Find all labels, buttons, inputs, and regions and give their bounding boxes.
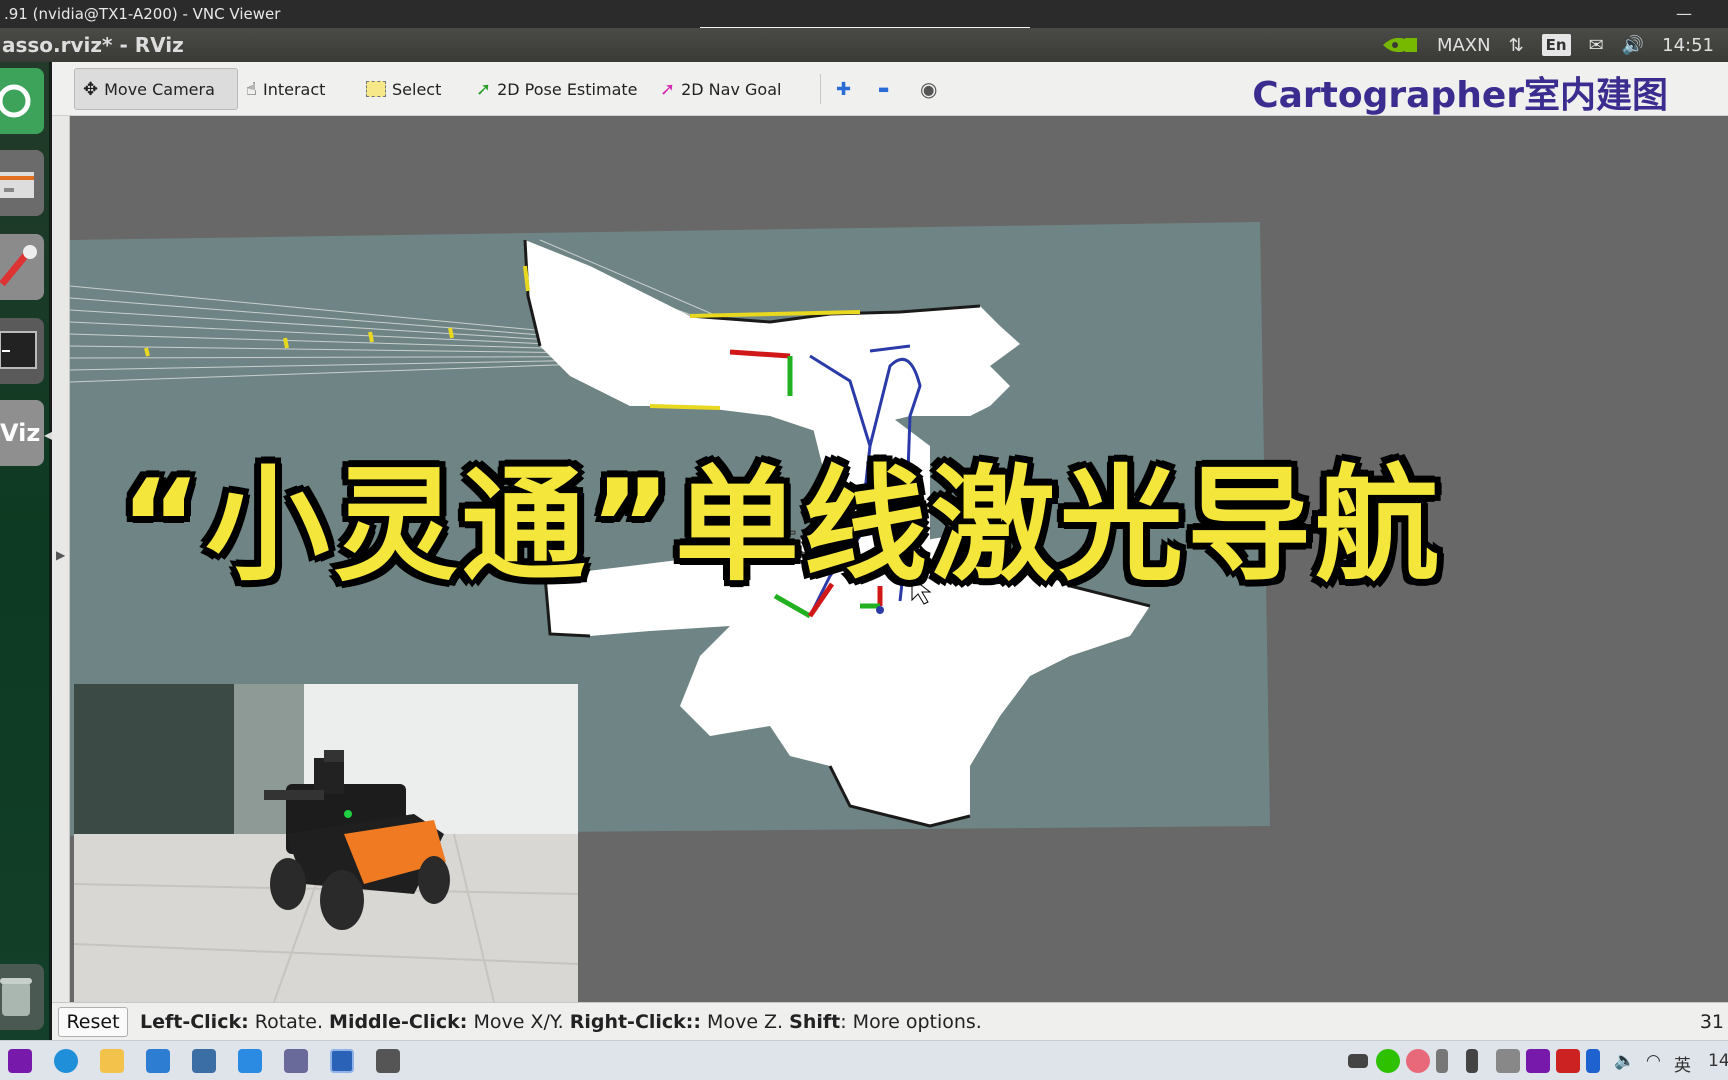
flower-app-icon[interactable]: [1406, 1049, 1430, 1073]
rviz-window-title: asso.rviz* - RViz: [2, 33, 184, 57]
move-camera-tool-button[interactable]: ✥ Move Camera: [74, 68, 238, 110]
bluetooth-icon[interactable]: [1586, 1049, 1600, 1073]
toolbar-separator: [820, 74, 821, 104]
middle-click-key: Middle-Click:: [329, 1011, 468, 1033]
rviz-app-icon[interactable]: Viz: [0, 400, 44, 466]
robot-camera-inset: [74, 684, 578, 1002]
left-dock-collapsed[interactable]: ▶: [52, 116, 70, 1002]
edge-browser-icon[interactable]: [54, 1049, 78, 1073]
panel-clock[interactable]: 14:51: [1662, 35, 1714, 56]
status-help-text: Left-Click: Rotate. Middle-Click: Move X…: [140, 1011, 982, 1033]
cartographer-title: Cartographer室内建图: [1252, 75, 1668, 116]
vnc-window-title: .91 (nvidia@TX1-A200) - VNC Viewer: [4, 5, 281, 23]
select-label: Select: [392, 79, 442, 99]
left-click-desc: Rotate.: [248, 1011, 330, 1033]
file-explorer-icon[interactable]: [100, 1049, 124, 1073]
window-switch-icon[interactable]: [1496, 1049, 1520, 1073]
battery-icon[interactable]: [1348, 1054, 1368, 1068]
add-tool-button[interactable]: ✚: [828, 68, 859, 110]
move-camera-label: Move Camera: [104, 79, 215, 99]
interact-label: Interact: [262, 79, 326, 99]
app-window-icon[interactable]: [146, 1049, 170, 1073]
eye-icon: ◉: [920, 77, 938, 101]
vnc-title-bar: .91 (nvidia@TX1-A200) - VNC Viewer —: [0, 0, 1728, 30]
shift-desc: : More options.: [840, 1011, 982, 1033]
robot-photo-illustration: [74, 684, 578, 1002]
wifi-icon[interactable]: ◠: [1646, 1051, 1661, 1071]
view-options-button[interactable]: ◉: [912, 68, 945, 110]
remote-desktop-icon[interactable]: [284, 1049, 308, 1073]
wechat-icon[interactable]: [1376, 1049, 1400, 1073]
nav-goal-label: 2D Nav Goal: [681, 79, 782, 99]
interact-tool-button[interactable]: ☝ Interact: [238, 68, 333, 110]
system-settings-icon[interactable]: [0, 234, 44, 300]
power-mode-label[interactable]: MAXN: [1437, 35, 1491, 56]
vscode-icon[interactable]: [238, 1049, 262, 1073]
magenta-arrow-icon: ➚: [660, 78, 676, 100]
minus-icon: ▬: [878, 82, 890, 96]
select-box-icon: [366, 81, 386, 97]
dash-home-icon[interactable]: [0, 68, 44, 134]
microphone-icon[interactable]: [1466, 1049, 1478, 1073]
security-shield-icon[interactable]: [1556, 1049, 1580, 1073]
speaker-icon[interactable]: 🔈: [1614, 1051, 1635, 1071]
volume-icon[interactable]: 🔊: [1622, 35, 1644, 56]
plus-icon: ✚: [836, 78, 852, 100]
vnc-viewer-taskbar-icon[interactable]: [330, 1049, 354, 1073]
rviz-status-bar: Reset Left-Click: Rotate. Middle-Click: …: [52, 1002, 1728, 1040]
trash-icon[interactable]: [0, 964, 44, 1030]
select-tool-button[interactable]: Select: [358, 68, 449, 110]
network-transfer-icon[interactable]: ⇅: [1509, 35, 1524, 56]
unity-launcher: Viz ◀: [0, 62, 53, 1040]
overlay-caption: “小灵通”单线激光导航: [120, 454, 1443, 598]
nav-goal-tool-button[interactable]: ➚ 2D Nav Goal: [652, 68, 789, 110]
shift-key: Shift: [789, 1011, 841, 1033]
onenote-taskbar-icon[interactable]: [8, 1049, 32, 1073]
network-tool-icon[interactable]: [192, 1049, 216, 1073]
hand-pointer-icon: ☝: [246, 78, 257, 100]
files-app-icon[interactable]: [0, 150, 44, 216]
usb-drive-icon[interactable]: [1436, 1049, 1448, 1073]
right-click-desc: Move Z.: [701, 1011, 790, 1033]
rviz-toolbar: ✥ Move Camera ☝ Interact Select ➚ 2D Pos…: [52, 62, 1728, 116]
right-click-key: Right-Click::: [569, 1011, 702, 1033]
terminal-app-icon[interactable]: [0, 318, 44, 384]
input-method-indicator[interactable]: En: [1541, 34, 1571, 56]
mail-icon[interactable]: ✉: [1589, 35, 1604, 56]
windows-taskbar: 🔈 ◠ 英 14: [0, 1040, 1728, 1080]
display-app-icon[interactable]: [376, 1049, 400, 1073]
fps-counter: 31: [1699, 1011, 1724, 1033]
pose-estimate-label: 2D Pose Estimate: [497, 79, 638, 99]
middle-click-desc: Move X/Y.: [467, 1011, 570, 1033]
remove-tool-button[interactable]: ▬: [870, 68, 897, 110]
ime-indicator[interactable]: 英: [1674, 1051, 1691, 1076]
minimize-button[interactable]: —: [1676, 0, 1692, 28]
panel-indicators: MAXN ⇅ En ✉ 🔊 14:51: [1381, 28, 1714, 62]
nvidia-icon[interactable]: [1381, 35, 1419, 55]
ubuntu-top-panel: asso.rviz* - RViz MAXN ⇅ En ✉ 🔊 14:51: [0, 28, 1728, 62]
pose-estimate-tool-button[interactable]: ➚ 2D Pose Estimate: [468, 68, 645, 110]
green-arrow-icon: ➚: [476, 78, 492, 100]
reset-button[interactable]: Reset: [58, 1007, 128, 1037]
expand-dock-arrow-icon[interactable]: ▶: [56, 548, 65, 562]
onenote-tray-icon[interactable]: [1526, 1049, 1550, 1073]
taskbar-clock[interactable]: 14: [1708, 1051, 1728, 1071]
left-click-key: Left-Click:: [140, 1011, 249, 1033]
move-camera-icon: ✥: [83, 78, 99, 100]
